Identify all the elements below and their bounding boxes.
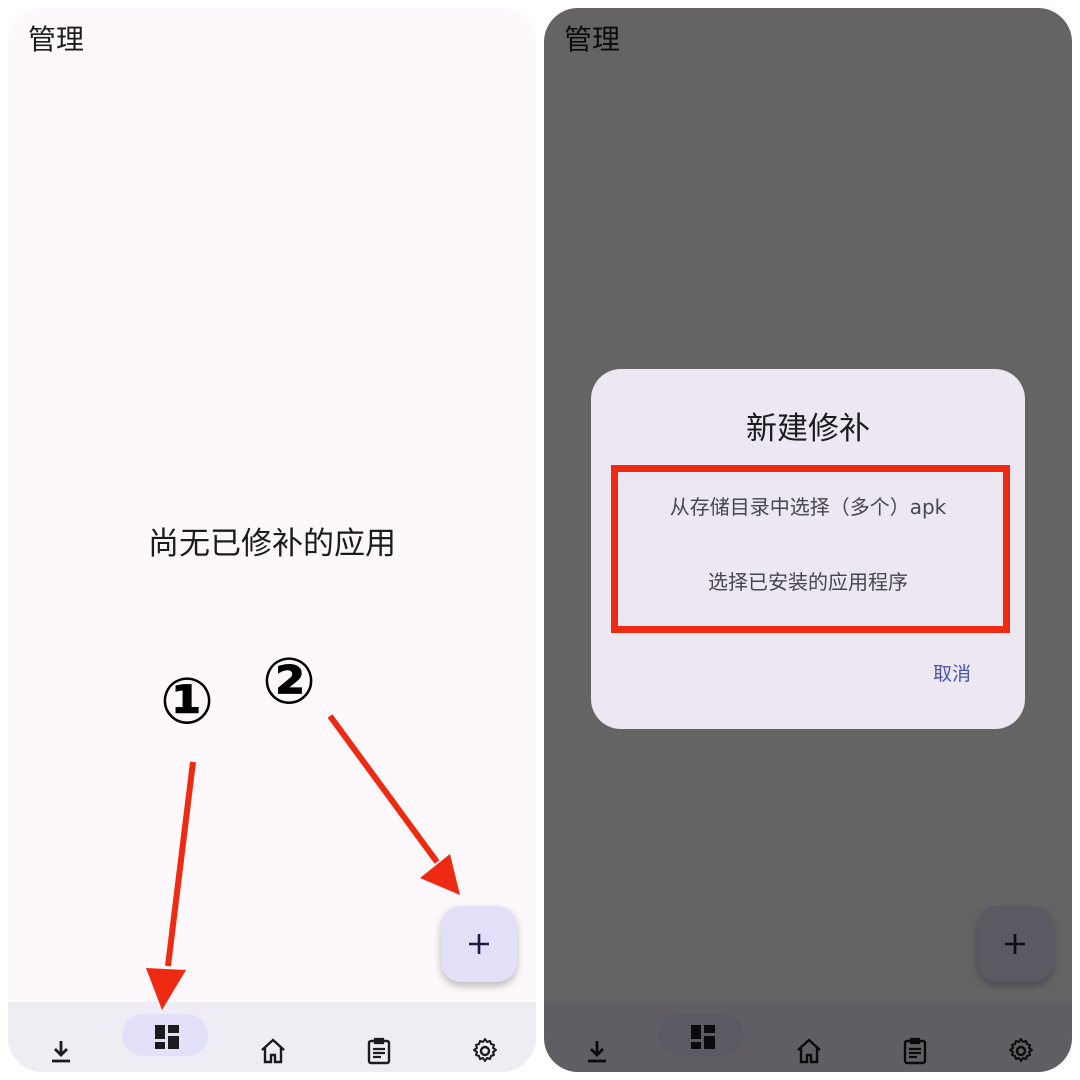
nav-manage[interactable] bbox=[114, 1002, 220, 1072]
empty-state-message: 尚无已修补的应用 bbox=[148, 526, 396, 562]
dialog-title: 新建修补 bbox=[746, 411, 870, 447]
download-icon bbox=[52, 1041, 70, 1063]
nav-logs[interactable] bbox=[326, 1002, 432, 1072]
bottom-navigation bbox=[8, 1002, 536, 1072]
settings-icon bbox=[473, 1038, 497, 1062]
dashboard-icon bbox=[155, 1025, 179, 1049]
nav-settings[interactable] bbox=[432, 1002, 536, 1072]
clipboard-icon bbox=[367, 1037, 391, 1065]
right-screen: 管理 新建修补 从存储目录中选择（多个）apk 选择已安装的应用程序 取消 bbox=[544, 8, 1072, 1072]
left-screen: 管理 尚无已修补的应用 bbox=[8, 8, 536, 1072]
nav-home[interactable] bbox=[220, 1002, 326, 1072]
plus-icon bbox=[469, 934, 489, 954]
cancel-button[interactable]: 取消 bbox=[933, 659, 971, 686]
annotation-step-2: ② bbox=[262, 645, 317, 719]
new-patch-dialog: 新建修补 从存储目录中选择（多个）apk 选择已安装的应用程序 取消 bbox=[591, 369, 1025, 729]
add-patch-button[interactable] bbox=[441, 906, 517, 982]
annotation-highlight-box bbox=[611, 465, 1010, 633]
home-icon bbox=[261, 1038, 285, 1064]
nav-download[interactable] bbox=[8, 1002, 114, 1072]
page-title: 管理 bbox=[28, 23, 85, 56]
annotation-step-1: ① bbox=[160, 665, 215, 739]
